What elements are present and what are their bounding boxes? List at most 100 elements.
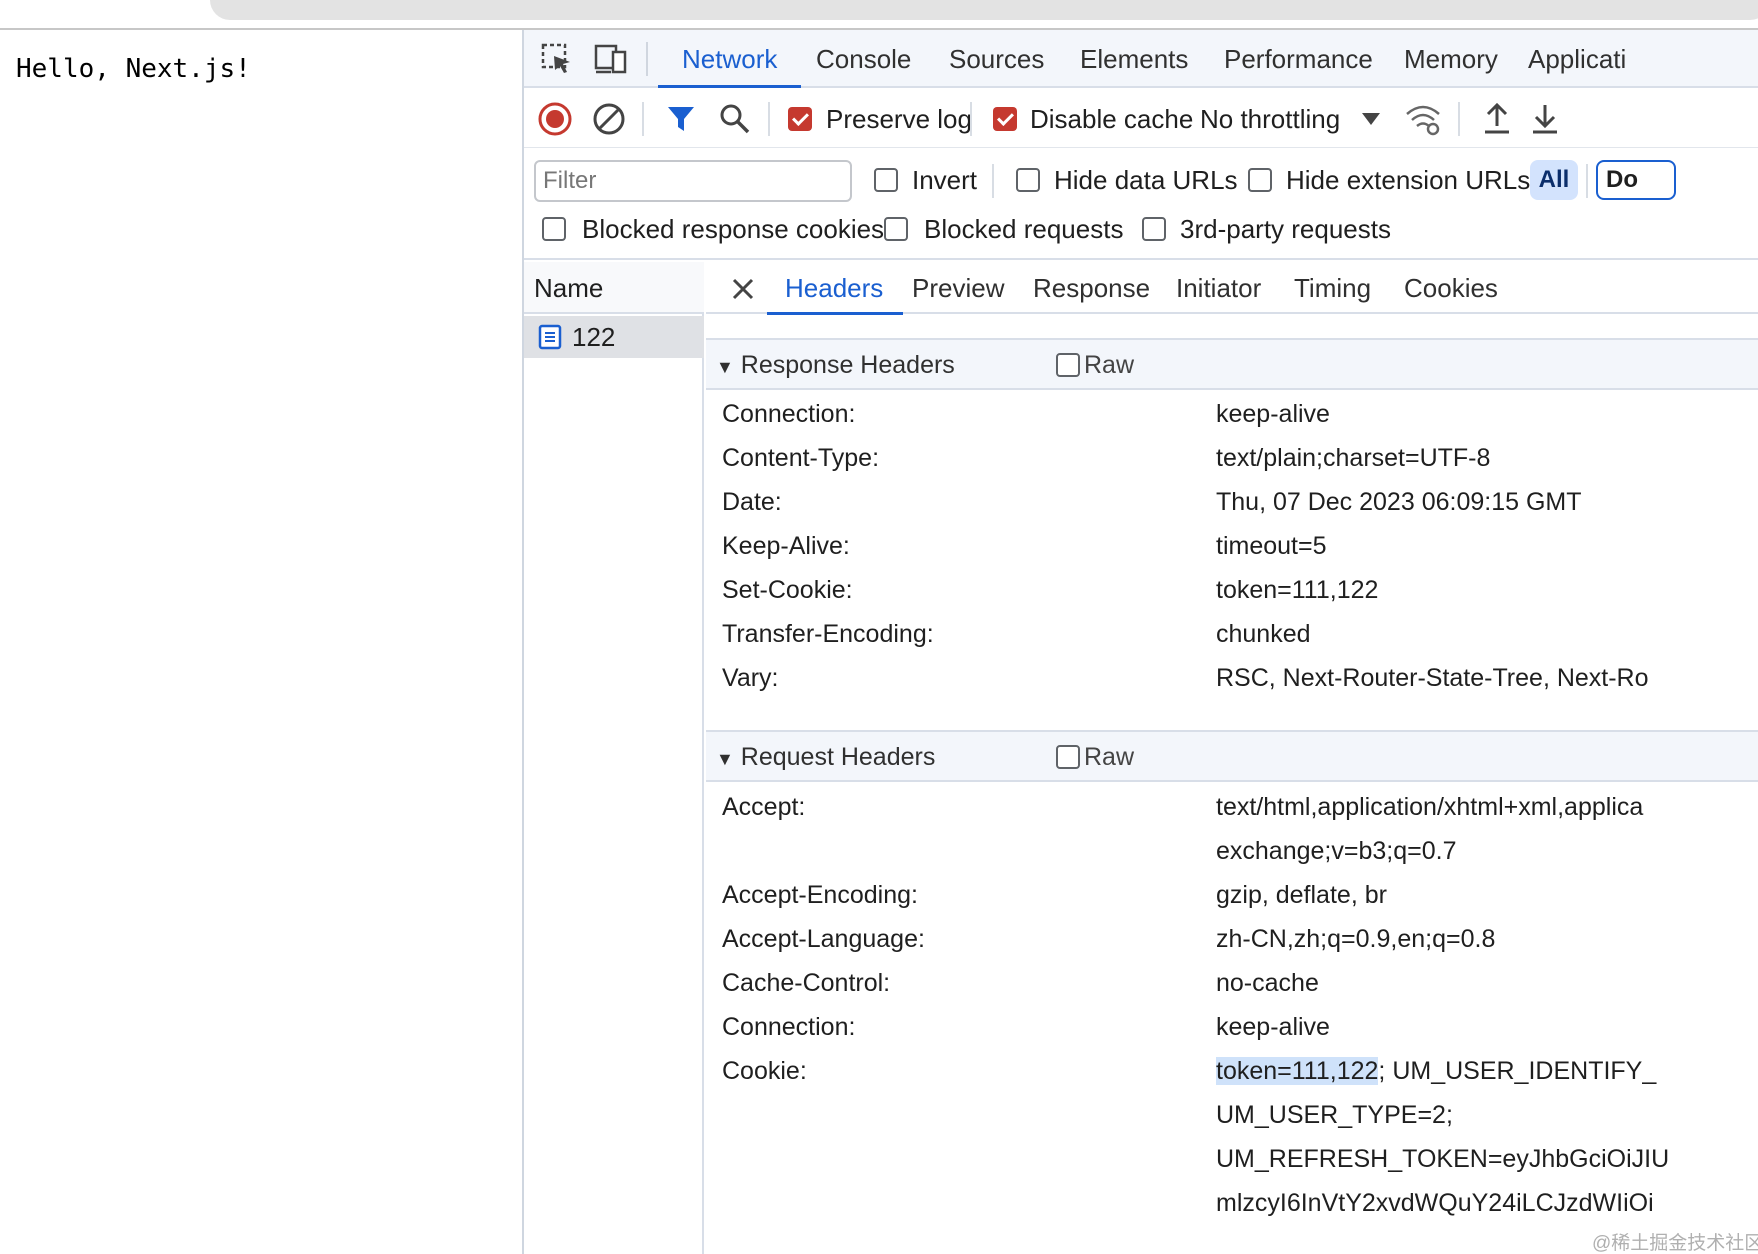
request-header-row: Cookie: token=111,122; UM_USER_IDENTIFY_ (706, 1051, 1758, 1091)
header-key: Accept: (722, 793, 806, 821)
request-header-row: Accept-Language: zh-CN,zh;q=0.9,en;q=0.8 (706, 919, 1758, 959)
header-key: Keep-Alive: (722, 532, 850, 560)
header-value: gzip, deflate, br (1216, 881, 1387, 909)
response-headers-section[interactable]: ▼ Response Headers Raw (706, 338, 1758, 390)
request-header-row: Connection: keep-alive (706, 1007, 1758, 1047)
hide-data-urls-label: Hide data URLs (1054, 165, 1238, 195)
inspect-element-icon[interactable] (538, 40, 576, 78)
request-list: Name 122 (524, 262, 704, 1254)
triangle-down-icon: ▼ (716, 357, 734, 377)
filter-bar: Invert Hide data URLs Hide extension URL… (524, 150, 1758, 260)
blocked-requests-label: Blocked requests (924, 214, 1124, 244)
hide-extension-urls-checkbox[interactable] (1248, 168, 1272, 192)
devtools-panel: Network Console Sources Elements Perform… (522, 30, 1758, 1254)
disable-cache-checkbox[interactable] (993, 107, 1017, 131)
throttling-select[interactable]: No throttling (1200, 90, 1340, 148)
toolbar-divider (1586, 164, 1588, 198)
search-icon[interactable] (716, 100, 754, 138)
tab-console[interactable]: Console (816, 30, 911, 88)
tab-cookies[interactable]: Cookies (1404, 262, 1498, 314)
tab-initiator[interactable]: Initiator (1176, 262, 1261, 314)
filter-input[interactable] (534, 160, 852, 202)
blocked-requests-checkbox[interactable] (884, 217, 908, 241)
invert-checkbox[interactable] (874, 168, 898, 192)
filter-all-button[interactable]: All (1530, 160, 1578, 200)
hide-data-urls-checkbox[interactable] (1016, 168, 1040, 192)
preserve-log-label: Preserve log (826, 104, 972, 134)
request-detail-pane: Headers Preview Response Initiator Timin… (706, 262, 1758, 1254)
header-value: no-cache (1216, 969, 1319, 997)
toolbar-divider (992, 164, 994, 198)
tab-network[interactable]: Network (657, 30, 802, 88)
header-value: token=111,122; UM_USER_IDENTIFY_ (1216, 1051, 1656, 1091)
address-bar[interactable] (210, 0, 1758, 20)
header-value: text/html,application/xhtml+xml,applica (1216, 793, 1644, 821)
third-party-requests-checkbox[interactable] (1142, 217, 1166, 241)
request-headers-title: ▼ Request Headers (716, 743, 936, 771)
filter-icon[interactable] (662, 100, 700, 138)
tab-headers[interactable]: Headers (766, 262, 904, 315)
detail-tabbar: Headers Preview Response Initiator Timin… (706, 262, 1758, 315)
header-key: Cache-Control: (722, 969, 891, 997)
request-headers-section[interactable]: ▼ Request Headers Raw (706, 730, 1758, 782)
tab-performance[interactable]: Performance (1224, 30, 1373, 88)
header-value: keep-alive (1216, 400, 1330, 428)
header-value: RSC, Next-Router-State-Tree, Next-Ro (1216, 664, 1649, 692)
header-value: text/plain;charset=UTF-8 (1216, 444, 1491, 472)
response-headers-title: ▼ Response Headers (716, 351, 955, 379)
response-raw-checkbox[interactable] (1056, 353, 1080, 377)
tab-sources[interactable]: Sources (949, 30, 1044, 88)
request-header-row-continued: mlzcyI6InVtY2xvdWQuY24iLCJzdWIiOi (706, 1183, 1758, 1223)
toolbar-divider (970, 102, 972, 136)
request-header-row: Cache-Control: no-cache (706, 963, 1758, 1003)
network-conditions-icon[interactable] (1404, 100, 1442, 138)
request-header-row-continued: UM_REFRESH_TOKEN=eyJhbGciOiJIU (706, 1139, 1758, 1179)
header-value: token=111,122 (1216, 576, 1379, 604)
tab-memory[interactable]: Memory (1404, 30, 1498, 88)
blocked-response-cookies-label: Blocked response cookies (582, 214, 885, 244)
header-key: Date: (722, 488, 782, 516)
invert-label: Invert (912, 165, 978, 195)
clear-icon[interactable] (590, 100, 628, 138)
disable-cache-label: Disable cache (1030, 104, 1194, 134)
header-value: timeout=5 (1216, 532, 1327, 560)
tab-timing[interactable]: Timing (1294, 262, 1371, 314)
request-raw-checkbox[interactable] (1056, 745, 1080, 769)
device-toolbar-icon[interactable] (592, 40, 630, 78)
response-header-row: Vary: RSC, Next-Router-State-Tree, Next-… (706, 658, 1758, 698)
record-stop-icon[interactable] (536, 100, 574, 138)
close-icon[interactable] (728, 274, 758, 304)
header-key: Connection: (722, 400, 856, 428)
response-raw-label: Raw (1084, 351, 1135, 379)
header-key: Content-Type: (722, 444, 880, 472)
tab-response[interactable]: Response (1033, 262, 1150, 314)
name-column-header[interactable]: Name (524, 262, 704, 314)
triangle-down-icon: ▼ (716, 749, 734, 769)
header-key: Transfer-Encoding: (722, 620, 934, 648)
download-icon[interactable] (1526, 100, 1564, 138)
header-key: Cookie: (722, 1057, 807, 1085)
chevron-down-icon[interactable] (1352, 100, 1390, 138)
page-content: Hello, Next.js! (16, 54, 251, 84)
request-row[interactable]: 122 (524, 316, 704, 358)
toolbar-divider (768, 102, 770, 136)
request-name: 122 (572, 321, 616, 352)
tab-elements[interactable]: Elements (1080, 30, 1188, 88)
header-value: mlzcyI6InVtY2xvdWQuY24iLCJzdWIiOi (1216, 1189, 1654, 1217)
header-value: keep-alive (1216, 1013, 1330, 1041)
toolbar-divider (1458, 102, 1460, 136)
header-key: Accept-Encoding: (722, 881, 918, 909)
tab-preview[interactable]: Preview (912, 262, 1004, 314)
request-header-row: Accept: text/html,application/xhtml+xml,… (706, 787, 1758, 827)
preserve-log-checkbox[interactable] (788, 107, 812, 131)
header-value: Thu, 07 Dec 2023 06:09:15 GMT (1216, 488, 1582, 516)
filter-doc-button[interactable]: Do (1596, 160, 1676, 200)
upload-icon[interactable] (1478, 100, 1516, 138)
watermark: @稀土掘金技术社区 (1592, 1233, 1758, 1254)
response-header-row: Connection: keep-alive (706, 394, 1758, 434)
blocked-response-cookies-checkbox[interactable] (542, 217, 566, 241)
request-raw-label: Raw (1084, 743, 1135, 771)
tab-application[interactable]: Applicati (1528, 30, 1626, 88)
response-header-row: Set-Cookie: token=111,122 (706, 570, 1758, 610)
browser-chrome (0, 0, 1758, 30)
